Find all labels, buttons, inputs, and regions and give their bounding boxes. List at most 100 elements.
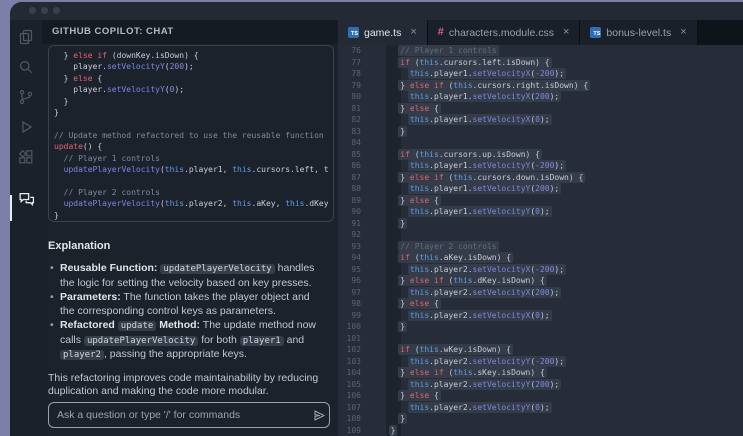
- editor-code-line[interactable]: 92: [338, 229, 743, 241]
- explanation-bullet: Parameters: The function takes the playe…: [48, 291, 324, 318]
- send-icon: [313, 409, 325, 421]
- explanation-heading: Explanation: [48, 240, 111, 252]
- line-number: 108: [346, 414, 361, 424]
- chat-code-line: updatePlayerVelocity(this.player2, this.…: [63, 199, 329, 209]
- page-background: { "chat": { "header": "GITHUB COPILOT: C…: [0, 0, 743, 436]
- copilot-chat-panel: GITHUB COPILOT: CHAT } else if (downKey.…: [42, 20, 338, 436]
- editor-code-line[interactable]: 91 }: [338, 217, 743, 230]
- line-number: 76: [351, 46, 361, 56]
- editor-code-line[interactable]: 76 // Player 1 controls: [338, 45, 743, 57]
- tab-characters-module-css[interactable]: # characters.module.css ×: [427, 20, 581, 45]
- tab-close-icon[interactable]: ×: [563, 27, 569, 38]
- editor-code-line[interactable]: 86 this.player1.setVelocityY(-200);: [338, 160, 743, 172]
- editor-code-line[interactable]: 80 this.player1.setVelocityX(200);: [338, 91, 743, 103]
- chat-code-line: update() {​: [54, 142, 103, 152]
- editor-code-line[interactable]: 77 if (this.cursors.left.isDown) {: [338, 56, 743, 69]
- editor-code-line[interactable]: 109 }: [338, 424, 743, 436]
- editor-code-lines: 76 // Player 1 controls 77 if (this.curso…: [338, 45, 743, 436]
- editor-code-line[interactable]: 95 this.player2.setVelocityX(-200);: [338, 263, 743, 276]
- window-control-dot[interactable]: [53, 7, 60, 14]
- window-control-dot[interactable]: [29, 7, 36, 14]
- window-control-dot[interactable]: [41, 7, 48, 14]
- chat-code-block[interactable]: } else if (downKey.isDown) {​ player.set…: [48, 45, 334, 222]
- editor-code-line[interactable]: 99 this.player2.setVelocityX(0);: [338, 309, 743, 322]
- editor-code-line[interactable]: 105 this.player2.setVelocityY(200);: [338, 378, 743, 391]
- source-control-icon[interactable]: [17, 88, 35, 106]
- editor-code-line[interactable]: 107 this.player2.setVelocityY(0);: [338, 401, 743, 414]
- line-number: 82: [351, 115, 361, 125]
- editor-code-line[interactable]: 82 this.player1.setVelocityX(0);: [338, 114, 743, 126]
- explanation-bullets: Reusable Function: updatePlayerVelocity …: [48, 262, 324, 363]
- editor-code-line[interactable]: 79 } else if (this.cursors.right.isDown)…: [338, 79, 743, 92]
- editor-code-line[interactable]: 84: [338, 137, 743, 149]
- chat-code-line: }​: [54, 96, 69, 106]
- editor-code-line[interactable]: 104 } else if (this.sKey.isDown) {: [338, 367, 743, 379]
- tab-label: characters.module.css: [448, 26, 554, 39]
- chat-code-line: player.setVelocityY(0);​: [54, 85, 185, 95]
- tab-game-ts[interactable]: TS game.ts ×: [338, 20, 428, 45]
- chat-code-line: } else if (downKey.isDown) {​: [54, 51, 199, 60]
- css-file-icon: #: [437, 26, 444, 38]
- editor-code-line[interactable]: 85 if (this.cursors.up.isDown) {: [338, 148, 743, 161]
- editor-code-line[interactable]: 89 } else {: [338, 194, 743, 207]
- tab-bonus-level-ts[interactable]: TS bonus-level.ts ×: [580, 20, 698, 45]
- chat-code-line: ​: [54, 118, 333, 129]
- line-number: 87: [351, 172, 361, 182]
- chat-code-line: // Update method refactored to use the r…: [54, 130, 324, 140]
- editor-code-line[interactable]: 97 this.player2.setVelocityX(200);: [338, 286, 743, 299]
- chat-code-line: } else {​: [54, 73, 103, 83]
- editor-code-line[interactable]: 106 } else {: [338, 390, 743, 402]
- editor-code-line[interactable]: 94 if (this.aKey.isDown) {: [338, 252, 743, 264]
- editor-code-line[interactable]: 103 this.player2.setVelocityY(-200);: [338, 355, 743, 368]
- line-number: 99: [351, 310, 361, 320]
- line-number: 79: [351, 80, 361, 90]
- chat-input[interactable]: [49, 409, 309, 421]
- line-number: 105: [346, 379, 361, 389]
- chat-panel-title: GITHUB COPILOT: CHAT: [42, 20, 338, 44]
- line-number: 89: [351, 195, 361, 205]
- chat-input-container: [48, 402, 330, 428]
- editor: TS game.ts × # characters.module.css × T…: [338, 20, 743, 436]
- editor-code-line[interactable]: 90 this.player1.setVelocityY(0);: [338, 206, 743, 218]
- tab-close-icon[interactable]: ×: [680, 27, 686, 38]
- editor-code-line[interactable]: 93 // Player 2 controls: [338, 240, 743, 253]
- editor-code-line[interactable]: 88 this.player1.setVelocityY(200);: [338, 183, 743, 195]
- files-icon[interactable]: [17, 28, 35, 46]
- line-number: 85: [351, 149, 361, 159]
- editor-code-line[interactable]: 96 } else if (this.dKey.isDown) {: [338, 275, 743, 287]
- explanation-section: Explanation Reusable Function: updatePla…: [42, 240, 338, 399]
- editor-code-line[interactable]: 83 }: [338, 125, 743, 138]
- editor-code-line[interactable]: 102 if (this.wKey.isDown) {: [338, 344, 743, 356]
- editor-code-line[interactable]: 78 this.player1.setVelocityX(-200);: [338, 68, 743, 80]
- editor-code-line[interactable]: 87 } else if (this.cursors.down.isDown) …: [338, 171, 743, 184]
- chat-code-line: }​: [54, 210, 59, 220]
- extensions-icon[interactable]: [17, 148, 35, 166]
- editor-code-line[interactable]: 81 } else {: [338, 102, 743, 115]
- line-number: 100: [346, 322, 361, 332]
- chat-code-line: player.setVelocityY(200);​: [54, 62, 194, 72]
- line-number: 92: [351, 230, 361, 240]
- editor-code-line[interactable]: 108 }: [338, 413, 743, 425]
- editor-code-line[interactable]: 101: [338, 333, 743, 345]
- chat-code-line: // Player 2 controls​: [63, 187, 160, 197]
- line-number: 91: [351, 218, 361, 228]
- editor-code-area[interactable]: 76 // Player 1 controls 77 if (this.curso…: [338, 45, 743, 436]
- editor-code-line[interactable]: 98 } else {: [338, 298, 743, 310]
- titlebar: [10, 2, 743, 20]
- line-number: 97: [351, 287, 361, 297]
- tab-close-icon[interactable]: ×: [410, 27, 416, 38]
- tab-label: game.ts: [364, 26, 402, 39]
- chat-code-line: }​: [54, 108, 59, 118]
- line-number: 81: [351, 103, 361, 113]
- line-number: 101: [346, 333, 361, 343]
- run-debug-icon[interactable]: [17, 118, 35, 136]
- send-button[interactable]: [309, 405, 329, 425]
- editor-code-line[interactable]: 100 }: [338, 321, 743, 333]
- line-number: 109: [346, 425, 361, 435]
- search-icon[interactable]: [17, 58, 35, 76]
- chat-code-line: ​: [54, 175, 333, 186]
- copilot-chat-icon[interactable]: [17, 190, 35, 208]
- app-window: GITHUB COPILOT: CHAT } else if (downKey.…: [10, 2, 743, 436]
- explanation-closing: This refactoring improves code maintaina…: [48, 371, 319, 398]
- line-number: 96: [351, 276, 361, 286]
